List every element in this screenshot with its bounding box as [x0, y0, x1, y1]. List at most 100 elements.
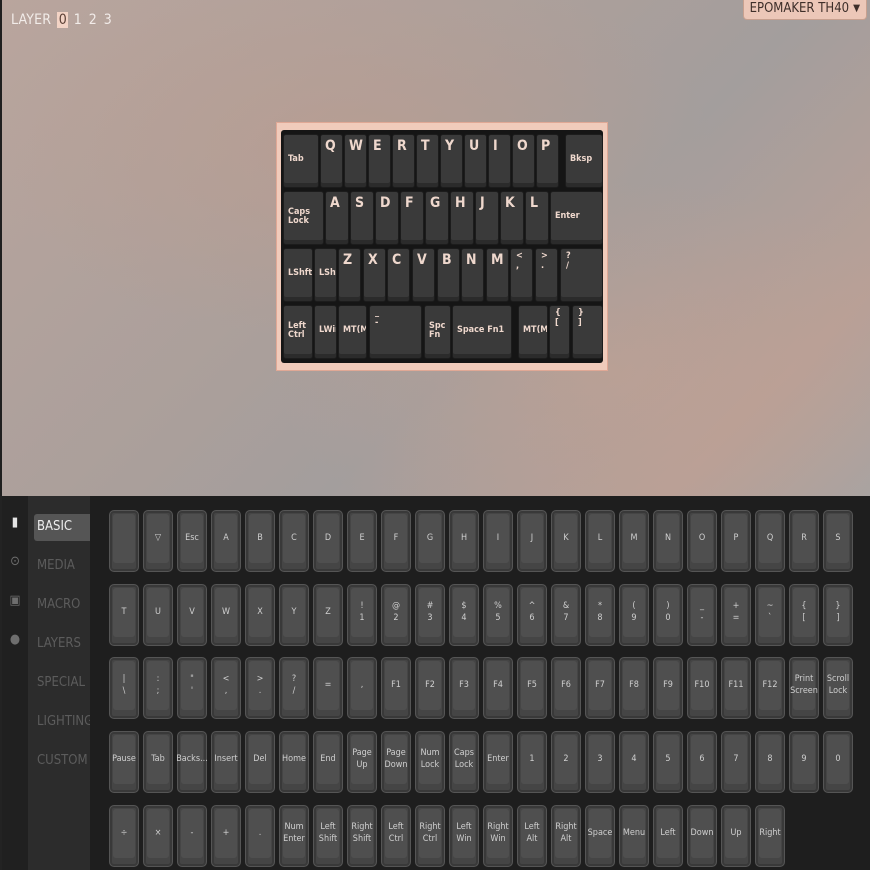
keycode-d[interactable]: D — [313, 510, 343, 572]
board-key-e[interactable]: E — [368, 134, 391, 188]
board-key-mt-mod[interactable]: MT(MOD — [518, 305, 548, 359]
board-key-caps-lock[interactable]: Caps Lock — [283, 191, 324, 245]
board-key-c[interactable]: C — [387, 248, 410, 302]
keycode-2[interactable]: @2 — [381, 584, 411, 646]
keycode-6[interactable]: ^ 6 — [517, 584, 547, 646]
keycode-blank[interactable]: + — [211, 805, 241, 867]
board-key-y[interactable]: Y — [440, 134, 463, 188]
keycode-esc[interactable]: Esc — [177, 510, 207, 572]
keycode-f4[interactable]: F4 — [483, 657, 513, 719]
keycode-blank[interactable] — [109, 510, 139, 572]
board-key-q[interactable]: Q — [320, 134, 343, 188]
board-key-lwin[interactable]: LWin — [314, 305, 337, 359]
keycode-blank[interactable]: ÷ — [109, 805, 139, 867]
board-key-f[interactable]: F — [400, 191, 424, 245]
keycode-scroll-lock[interactable]: Scroll Lock — [823, 657, 853, 719]
keycode-v[interactable]: V — [177, 584, 207, 646]
keycode-space[interactable]: Space — [585, 805, 615, 867]
keycode-h[interactable]: H — [449, 510, 479, 572]
keycode-blank[interactable]: >. — [245, 657, 275, 719]
keycode-caps-lock[interactable]: Caps Lock — [449, 731, 479, 793]
keycode-p[interactable]: P — [721, 510, 751, 572]
keycode-m[interactable]: M — [619, 510, 649, 572]
keycode-left-ctrl[interactable]: Left Ctrl — [381, 805, 411, 867]
board-key-d[interactable]: D — [375, 191, 399, 245]
gear-icon[interactable]: ⊙ — [9, 554, 21, 569]
board-key[interactable]: }] — [572, 305, 603, 359]
keycode-n[interactable]: N — [653, 510, 683, 572]
keycode-3[interactable]: 3 — [585, 731, 615, 793]
keycode-left-shift[interactable]: Left Shift — [313, 805, 343, 867]
keycode-y[interactable]: Y — [279, 584, 309, 646]
keycode-enter[interactable]: Enter — [483, 731, 513, 793]
board-key[interactable]: _ - — [369, 305, 422, 359]
keycode-num-enter[interactable]: Num Enter — [279, 805, 309, 867]
keycode-z[interactable]: Z — [313, 584, 343, 646]
keycode-3[interactable]: #3 — [415, 584, 445, 646]
board-key-left-ctrl[interactable]: Left Ctrl — [283, 305, 313, 359]
board-key-v[interactable]: V — [412, 248, 435, 302]
keycode-6[interactable]: 6 — [687, 731, 717, 793]
board-key-u[interactable]: U — [464, 134, 487, 188]
board-key-mt-mod[interactable]: MT(MOD — [338, 305, 367, 359]
keycode-f6[interactable]: F6 — [551, 657, 581, 719]
keycode-4[interactable]: $4 — [449, 584, 479, 646]
keycode-blank[interactable]: ~ ` — [755, 584, 785, 646]
layer-2-button[interactable]: 2 — [87, 12, 98, 28]
keycode-down[interactable]: Down — [687, 805, 717, 867]
board-key[interactable]: >. — [535, 248, 558, 302]
keycode-i[interactable]: I — [483, 510, 513, 572]
keycode-1[interactable]: 1 — [517, 731, 547, 793]
board-key[interactable]: <, — [510, 248, 533, 302]
keycode-blank[interactable]: . — [245, 805, 275, 867]
keycode-j[interactable]: J — [517, 510, 547, 572]
keycode-f8[interactable]: F8 — [619, 657, 649, 719]
board-key-s[interactable]: S — [350, 191, 374, 245]
keycode-right-shift[interactable]: Right Shift — [347, 805, 377, 867]
keycode-g[interactable]: G — [415, 510, 445, 572]
board-key-t[interactable]: T — [416, 134, 439, 188]
board-key-k[interactable]: K — [500, 191, 524, 245]
keycode-t[interactable]: T — [109, 584, 139, 646]
board-key[interactable]: {[ — [549, 305, 570, 359]
keycode-7[interactable]: 7 — [721, 731, 751, 793]
keycode-blank[interactable]: | \ — [109, 657, 139, 719]
keycode-s[interactable]: S — [823, 510, 853, 572]
keycode-right-win[interactable]: Right Win — [483, 805, 513, 867]
keycode-f12[interactable]: F12 — [755, 657, 785, 719]
board-key-r[interactable]: R — [392, 134, 415, 188]
keycode-f11[interactable]: F11 — [721, 657, 751, 719]
keycode-f10[interactable]: F10 — [687, 657, 717, 719]
keycode-x[interactable]: X — [245, 584, 275, 646]
keycode-4[interactable]: 4 — [619, 731, 649, 793]
board-key[interactable]: ? / — [560, 248, 603, 302]
keycode-left[interactable]: Left — [653, 805, 683, 867]
board-key-g[interactable]: G — [425, 191, 449, 245]
keycode-page-up[interactable]: Page Up — [347, 731, 377, 793]
layer-3-button[interactable]: 3 — [102, 12, 113, 28]
keycode-home[interactable]: Home — [279, 731, 309, 793]
keycode-f3[interactable]: F3 — [449, 657, 479, 719]
keycode-blank[interactable]: = — [313, 657, 343, 719]
keyboard-select[interactable]: EPOMAKER TH40 ▼ — [742, 0, 867, 20]
keycode-2[interactable]: 2 — [551, 731, 581, 793]
keycode-f1[interactable]: F1 — [381, 657, 411, 719]
board-key-i[interactable]: I — [488, 134, 511, 188]
board-key-b[interactable]: B — [437, 248, 460, 302]
board-key-a[interactable]: A — [325, 191, 349, 245]
keycode-left-win[interactable]: Left Win — [449, 805, 479, 867]
keycode-end[interactable]: End — [313, 731, 343, 793]
board-key-p[interactable]: P — [536, 134, 559, 188]
keycode-blank[interactable]: ? / — [279, 657, 309, 719]
keycode-0[interactable]: ) 0 — [653, 584, 683, 646]
keycode-0[interactable]: 0 — [823, 731, 853, 793]
board-key-o[interactable]: O — [512, 134, 535, 188]
keycode-r[interactable]: R — [789, 510, 819, 572]
board-key-j[interactable]: J — [475, 191, 499, 245]
keyboard-icon[interactable]: ▮ — [9, 515, 21, 530]
keycode-9[interactable]: (9 — [619, 584, 649, 646]
keycode-o[interactable]: O — [687, 510, 717, 572]
keycode-blank[interactable]: " ' — [177, 657, 207, 719]
keycode-pause[interactable]: Pause — [109, 731, 139, 793]
keycode-8[interactable]: 8 — [755, 731, 785, 793]
